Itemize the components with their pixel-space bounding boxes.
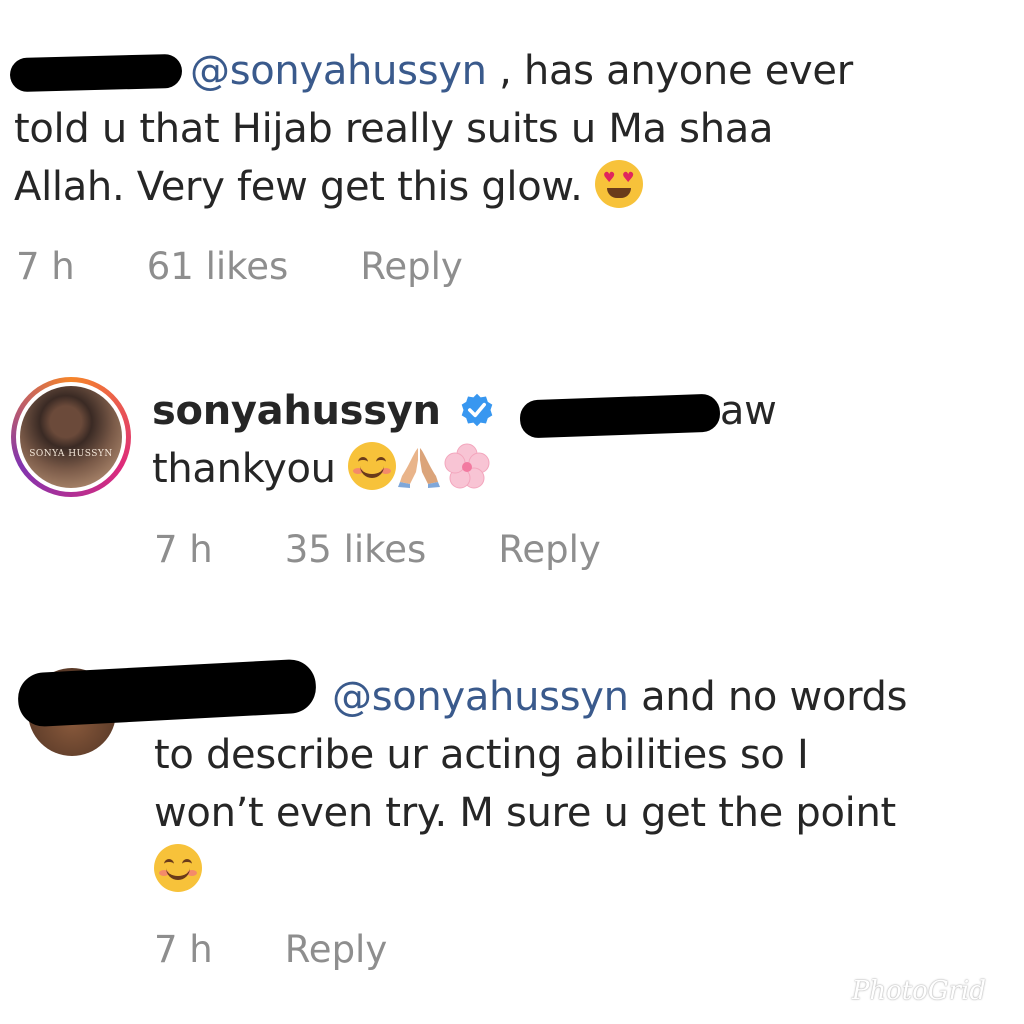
verified-badge-icon [461, 393, 493, 427]
reply-button[interactable]: Reply [285, 928, 387, 971]
smiling-blush-emoji [154, 844, 202, 892]
avatar[interactable]: SONYA HUSSYN [11, 377, 131, 497]
likes-count[interactable]: 35 likes [285, 528, 427, 571]
mention-link[interactable]: @sonyahussyn [332, 674, 629, 720]
reply-button[interactable]: Reply [360, 245, 462, 288]
likes-count[interactable]: 61 likes [147, 245, 289, 288]
heart-eyes-emoji: ♥ ♥ [594, 160, 643, 208]
comment-1: @sonyahussyn , has anyone ever told u th… [14, 42, 1004, 216]
cherry-blossom-emoji [444, 443, 490, 489]
comment-1-text: @sonyahussyn , has anyone ever told u th… [14, 48, 853, 210]
smiling-blush-emoji [348, 442, 397, 490]
comment-3: @sonyahussyn and no words to describe ur… [154, 668, 1014, 900]
comment-2-meta: 7 h 35 likes Reply [154, 528, 601, 571]
username-link[interactable]: sonyahussyn [152, 388, 441, 434]
redacted-mention [519, 393, 721, 439]
folded-hands-emoji [398, 448, 441, 488]
watermark-logo: PhotoGrid [851, 976, 986, 1006]
mention-link[interactable]: @sonyahussyn [190, 48, 487, 94]
comment-1-meta: 7 h 61 likes Reply [16, 245, 463, 288]
reply-button[interactable]: Reply [498, 528, 600, 571]
timestamp: 7 h [154, 928, 213, 971]
comment-3-text: @sonyahussyn and no words to describe ur… [154, 668, 1014, 900]
timestamp: 7 h [154, 528, 213, 571]
comment-3-meta: 7 h Reply [154, 928, 387, 971]
timestamp: 7 h [16, 245, 75, 288]
avatar-caption: SONYA HUSSYN [29, 449, 113, 460]
